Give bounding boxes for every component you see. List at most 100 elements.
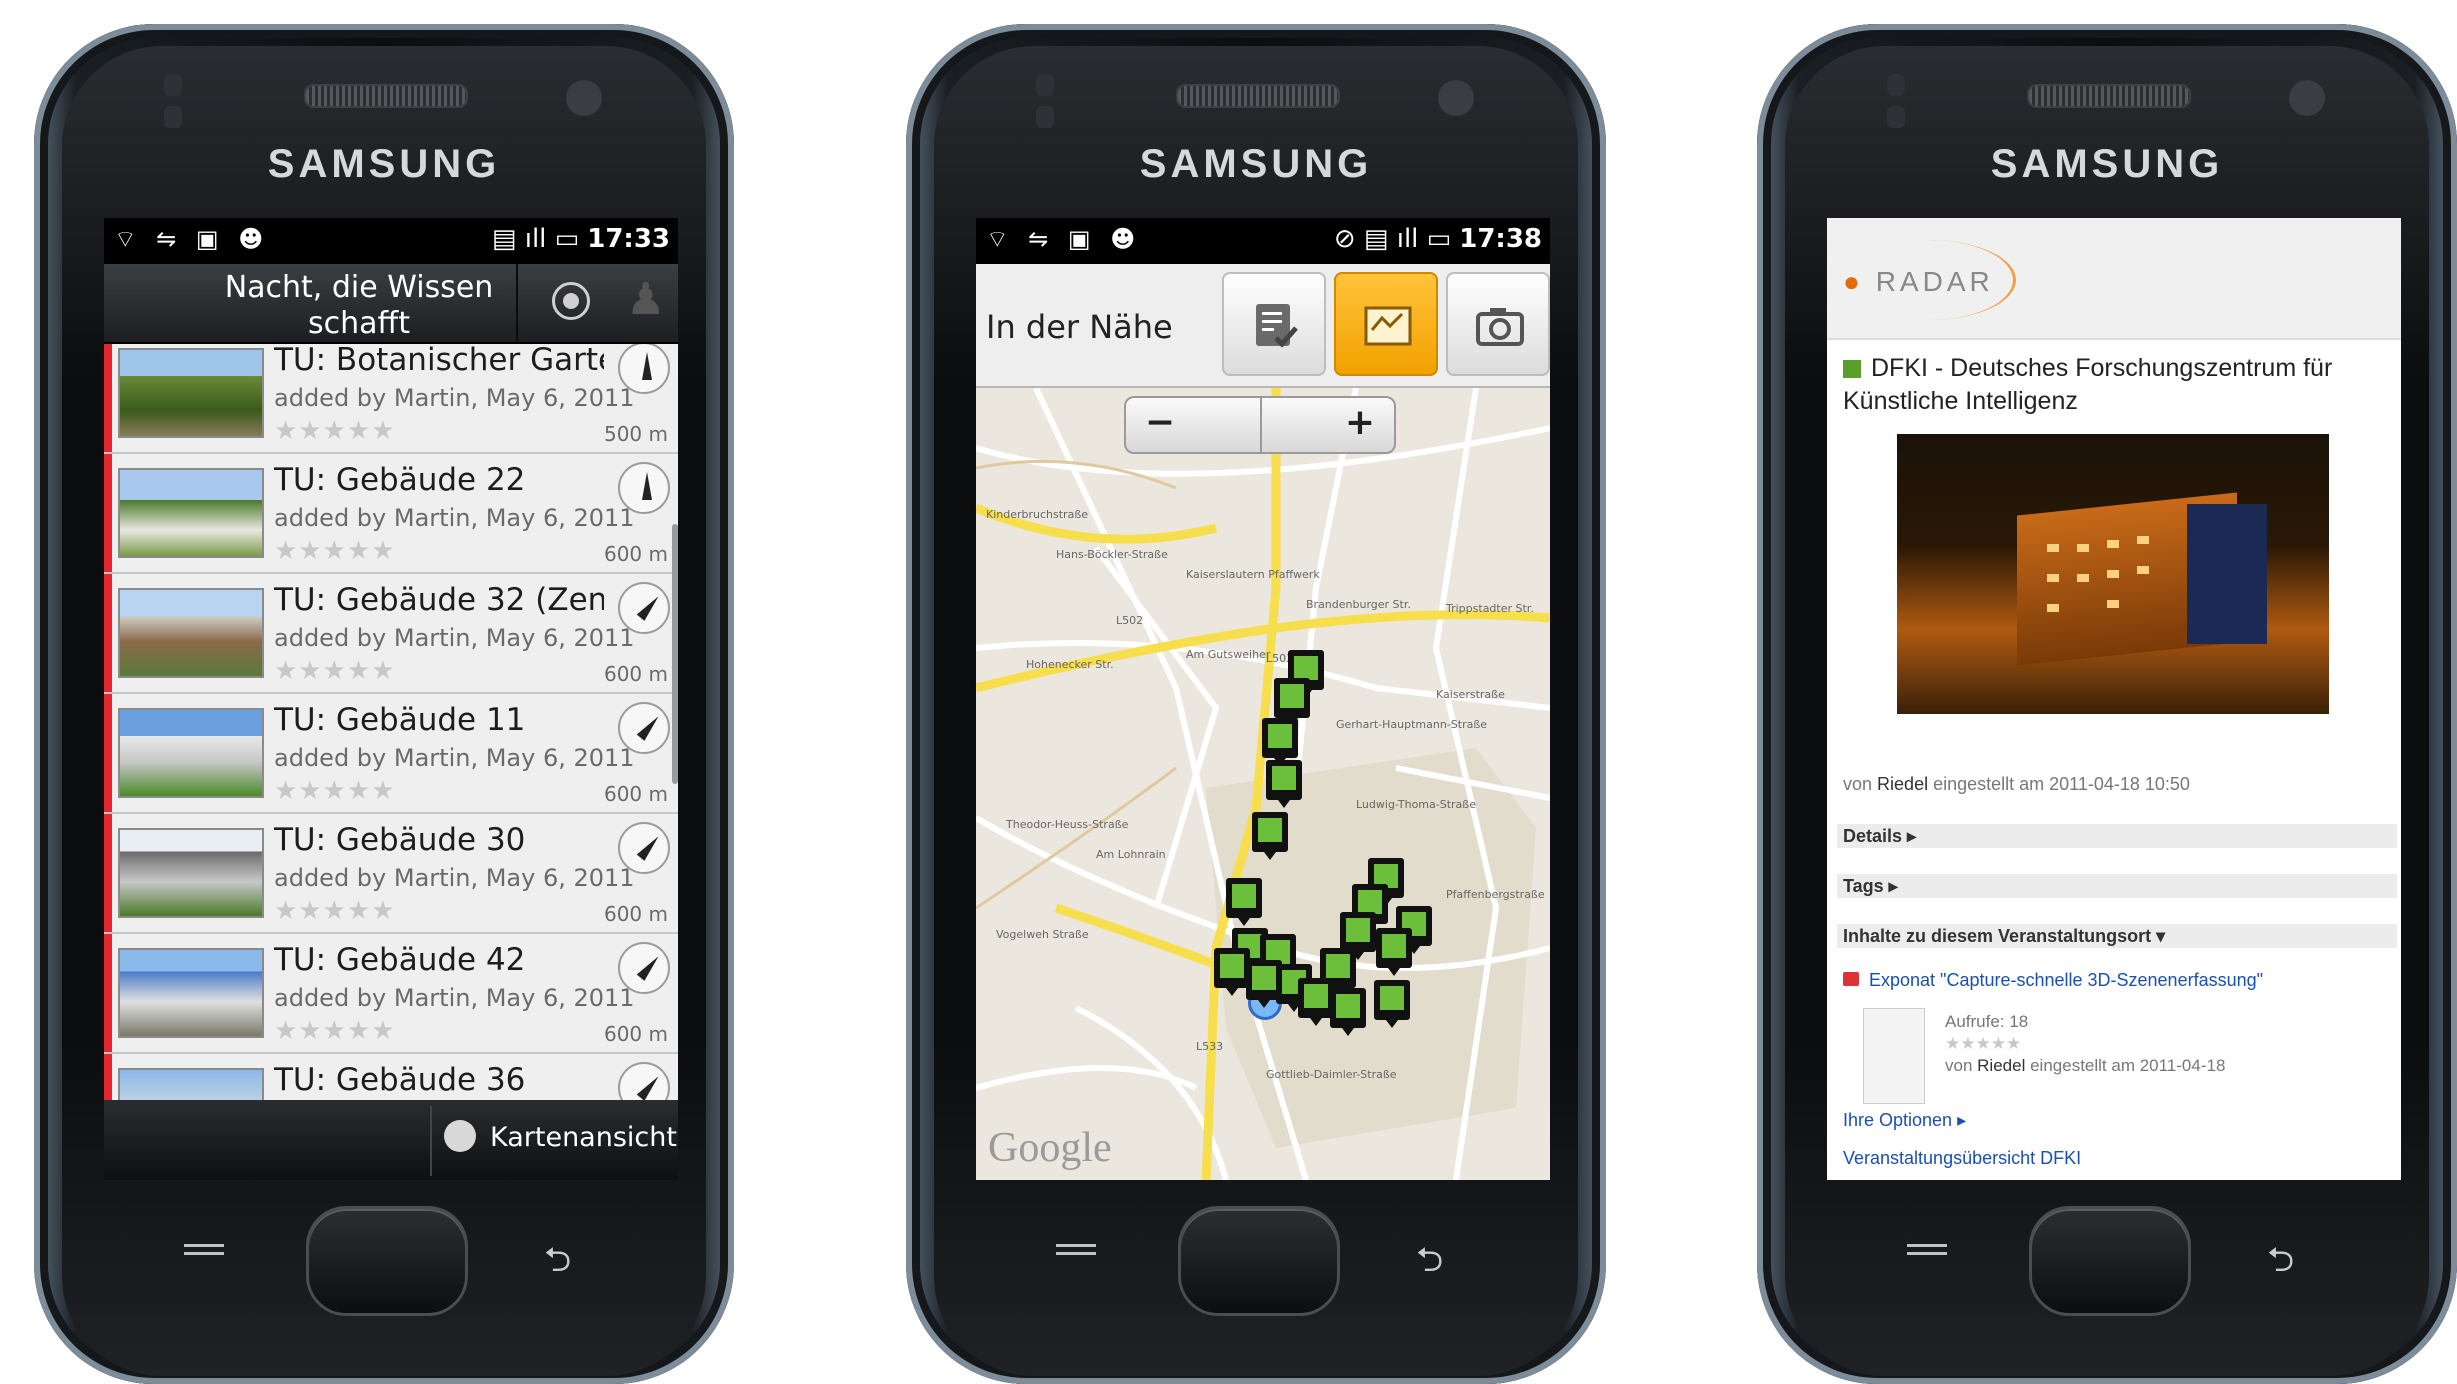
- item-distance: 600 m: [603, 542, 668, 566]
- front-camera: [2289, 80, 2325, 116]
- radar-logo[interactable]: ● RADAR: [1843, 240, 2016, 320]
- title-text: DFKI - Deutsches Forschungszentrum für K…: [1843, 354, 2333, 415]
- list-item[interactable]: TU: Gebäude 22 added by Martin, May 6, 2…: [104, 454, 678, 574]
- menu-key[interactable]: [1907, 1239, 1947, 1265]
- home-button[interactable]: [2029, 1206, 2191, 1316]
- map-label: Hohenecker Str.: [1026, 658, 1114, 671]
- list-item[interactable]: TU: Gebäude 42 added by Martin, May 6, 2…: [104, 934, 678, 1054]
- item-meta: added by Martin, May 6, 2011: [274, 744, 635, 772]
- thumbnail-image: [118, 468, 264, 558]
- signal-battery-icons: ⊘ ▤ ıll ▭: [1333, 224, 1452, 254]
- back-key-icon[interactable]: ⮌: [1416, 1236, 1466, 1280]
- map-marker[interactable]: [1374, 980, 1410, 1028]
- window: [2047, 544, 2059, 552]
- list-item[interactable]: TU: Gebäude 11 added by Martin, May 6, 2…: [104, 694, 678, 814]
- scrollbar[interactable]: [672, 524, 678, 784]
- back-key-icon[interactable]: ⮌: [544, 1236, 594, 1280]
- tags-toggle[interactable]: Tags ▸: [1837, 874, 2397, 898]
- zoom-in-button[interactable]: +: [1338, 402, 1382, 446]
- item-title: TU: Gebäude 42: [274, 942, 526, 978]
- phone-2: SAMSUNG ⌔ ⇋ ▣ ☻ ⊘ ▤ ıll ▭ 17:38 In der Nä…: [906, 24, 1606, 1384]
- calendar-icon: [1843, 972, 1859, 986]
- list-check-icon: [1256, 304, 1298, 348]
- rating-stars: ★★★★★: [274, 776, 396, 806]
- tab-map[interactable]: [1334, 272, 1438, 376]
- proximity-sensor: [1036, 74, 1054, 96]
- thumbnail-image: [118, 1068, 264, 1100]
- status-icons-left: ⌔ ⇋ ▣ ☻: [114, 225, 270, 253]
- map-view-button[interactable]: Kartenansicht: [444, 1119, 677, 1155]
- map-icon: [1364, 306, 1412, 346]
- person-icon[interactable]: ♟: [626, 274, 665, 334]
- back-key-icon[interactable]: ⮌: [2267, 1236, 2317, 1280]
- item-title: TU: Botanischer Garten: [274, 344, 604, 378]
- screen: ⌔ ⇋ ▣ ☻ ▤ ıll ▭ 17:33 Nacht, die Wissen s…: [104, 218, 678, 1180]
- camera-icon: [1476, 308, 1524, 346]
- thumbnail-image: [118, 348, 264, 438]
- zoom-out-button[interactable]: −: [1138, 402, 1182, 446]
- building-shape: [2187, 504, 2267, 644]
- thumbnail-image: [118, 588, 264, 678]
- view-count: Aufrufe: 18: [1945, 1012, 2029, 1031]
- details-toggle[interactable]: Details ▸: [1837, 824, 2397, 848]
- exponat-thumbnail[interactable]: [1863, 1008, 1925, 1104]
- map-view[interactable]: − + Kaiserslautern Pfaffwerk Brandenburg…: [976, 388, 1550, 1180]
- rating-stars: ★★★★★: [1945, 1034, 2022, 1053]
- page-title: Nacht, die Wissen schafft: [224, 270, 494, 341]
- map-label: Gottlieb-Daimler-Straße: [1266, 1068, 1397, 1081]
- zoom-separator: [1260, 398, 1262, 452]
- category-marker: [104, 694, 112, 812]
- byline-author[interactable]: Riedel: [1877, 774, 1928, 794]
- tab-camera[interactable]: [1446, 272, 1550, 376]
- venue-content-toggle[interactable]: Inhalte zu diesem Veranstaltungsort ▾: [1837, 924, 2397, 948]
- category-marker: [104, 814, 112, 932]
- rating-stars: ★★★★★: [274, 656, 396, 686]
- exponat-link[interactable]: Exponat "Capture-schnelle 3D-Szenenerfas…: [1843, 970, 2263, 991]
- menu-key[interactable]: [1056, 1239, 1096, 1265]
- list-item[interactable]: TU: Gebäude 32 (Zentr added by Martin, M…: [104, 574, 678, 694]
- list-item[interactable]: TU: Gebäude 30 added by Martin, May 6, 2…: [104, 814, 678, 934]
- map-marker[interactable]: [1376, 928, 1412, 976]
- map-marker[interactable]: [1226, 878, 1262, 926]
- home-button[interactable]: [306, 1206, 468, 1316]
- map-marker[interactable]: [1252, 812, 1288, 860]
- poi-list[interactable]: TU: Botanischer Garten added by Martin, …: [104, 344, 678, 1100]
- rating-stars: ★★★★★: [274, 896, 396, 926]
- status-icons-right: ▤ ıll ▭ 17:33: [492, 224, 670, 254]
- list-item[interactable]: TU: Botanischer Garten added by Martin, …: [104, 344, 678, 454]
- location-icon: [1843, 360, 1861, 378]
- item-meta: added by Martin, May 6, 2011: [274, 504, 635, 532]
- category-marker: [104, 344, 112, 452]
- options-link[interactable]: Ihre Optionen ▸: [1843, 1110, 1966, 1131]
- map-marker[interactable]: [1340, 912, 1376, 960]
- window: [2047, 574, 2059, 582]
- tab-list[interactable]: [1222, 272, 1326, 376]
- map-label: Pfaffenbergstraße: [1446, 888, 1545, 901]
- item-distance: 600 m: [603, 1022, 668, 1046]
- overview-link[interactable]: Veranstaltungsübersicht DFKI: [1843, 1148, 2081, 1169]
- menu-key[interactable]: [184, 1239, 224, 1265]
- exponat-byline: von Riedel eingestellt am 2011-04-18: [1945, 1056, 2225, 1076]
- byline-prefix: von: [1945, 1056, 1973, 1075]
- list-item[interactable]: TU: Gebäude 36: [104, 1054, 678, 1100]
- item-meta: added by Martin, May 6, 2011: [274, 384, 635, 412]
- gps-locate-icon[interactable]: [552, 282, 590, 320]
- item-distance: 600 m: [603, 782, 668, 806]
- map-label: Theodor-Heuss-Straße: [1006, 818, 1129, 831]
- item-distance: 500 m: [603, 422, 668, 446]
- map-marker[interactable]: [1298, 978, 1334, 1026]
- title-bar: Nacht, die Wissen schafft ♟: [104, 264, 678, 344]
- phone-1: SAMSUNG ⌔ ⇋ ▣ ☻ ▤ ıll ▭ 17:33 Nacht, die …: [34, 24, 734, 1384]
- home-button[interactable]: [1178, 1206, 1340, 1316]
- map-marker[interactable]: [1214, 948, 1250, 996]
- map-marker[interactable]: [1274, 678, 1310, 726]
- thumbnail-image: [118, 708, 264, 798]
- brand-logo: SAMSUNG: [1990, 142, 2224, 186]
- map-marker[interactable]: [1266, 760, 1302, 808]
- radar-arc-icon: [1843, 240, 2016, 320]
- map-marker[interactable]: [1262, 718, 1298, 766]
- byline-author[interactable]: Riedel: [1977, 1056, 2025, 1075]
- map-label: Gerhart-Hauptmann-Straße: [1336, 718, 1488, 731]
- map-marker[interactable]: [1330, 988, 1366, 1036]
- window: [2077, 574, 2089, 582]
